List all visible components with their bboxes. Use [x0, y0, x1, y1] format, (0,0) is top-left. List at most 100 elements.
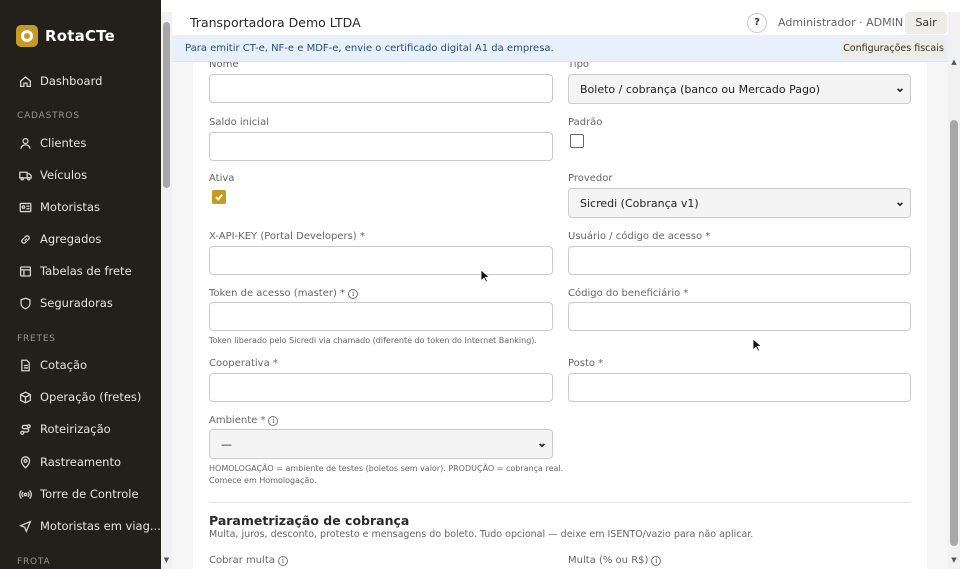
- api-key-input[interactable]: [209, 246, 553, 275]
- sidebar-scroll-down-icon[interactable]: ▼: [162, 556, 171, 565]
- nome-label: Nome: [209, 62, 239, 70]
- main-scrollbar-thumb[interactable]: [950, 120, 958, 546]
- company-name: Transportadora Demo LTDA: [190, 15, 361, 30]
- tipo-select[interactable]: Boleto / cobrança (banco ou Mercado Pago…: [568, 74, 911, 104]
- fiscal-settings-button[interactable]: Configurações fiscais: [841, 40, 946, 58]
- sidebar-item-label: Motoristas em viag...: [40, 519, 161, 533]
- brand-name: RotaCTe: [45, 27, 115, 45]
- mouse-cursor-icon: [480, 269, 490, 283]
- token-help: Token liberado pelo Sicredi via chamado …: [209, 336, 537, 345]
- sidebar-item-veiculos[interactable]: Veículos: [0, 161, 161, 189]
- sidebar-item-label: Veículos: [40, 168, 88, 182]
- shield-icon: [19, 297, 32, 310]
- app-root: RotaCTe Dashboard CADASTROS Clientes Veí…: [0, 0, 960, 569]
- mouse-cursor-icon: [752, 338, 762, 352]
- brand[interactable]: RotaCTe: [16, 25, 115, 47]
- token-label-text: Token de acesso (master) *: [209, 288, 346, 299]
- sidebar-item-seguradoras[interactable]: Seguradoras: [0, 289, 161, 317]
- saldo-inicial-label: Saldo inicial: [209, 117, 269, 128]
- sidebar-item-label: Torre de Controle: [40, 487, 139, 501]
- broadcast-icon: [19, 488, 32, 501]
- sidebar-item-agregados[interactable]: Agregados: [0, 225, 161, 253]
- padrao-label: Padrão: [568, 117, 603, 128]
- sidebar-item-roteirizacao[interactable]: Roteirização: [0, 415, 161, 443]
- provedor-label: Provedor: [568, 173, 613, 184]
- tipo-select-value: Boleto / cobrança (banco ou Mercado Pago…: [580, 82, 821, 96]
- cobrar-multa-label: Cobrar multa i: [209, 555, 288, 566]
- sidebar-item-torre-de-controle[interactable]: Torre de Controle: [0, 480, 161, 508]
- info-icon[interactable]: i: [268, 415, 279, 426]
- document-icon: [19, 359, 32, 372]
- info-icon[interactable]: i: [277, 555, 288, 566]
- chevron-down-icon: [538, 439, 546, 448]
- truck-icon: [19, 169, 32, 182]
- multa-label-text: Multa (% ou R$): [568, 555, 649, 566]
- home-icon: [19, 75, 32, 88]
- box-icon: [19, 390, 32, 404]
- account-form-card: Nome Tipo Boleto / cobrança (banco ou Me…: [193, 62, 927, 569]
- parametrizacao-desc: Multa, juros, desconto, protesto e mensa…: [209, 529, 754, 540]
- usuario-input[interactable]: [568, 246, 911, 275]
- token-input[interactable]: [209, 302, 553, 331]
- parametrizacao-title: Parametrização de cobrança: [209, 513, 410, 528]
- link-icon: [19, 233, 32, 246]
- tipo-label: Tipo: [568, 62, 590, 70]
- sidebar-section-frota: FROTA: [17, 557, 51, 567]
- token-label: Token de acesso (master) * i: [209, 288, 359, 299]
- ambiente-label-text: Ambiente *: [209, 415, 266, 426]
- sidebar-item-motoristas[interactable]: Motoristas: [0, 193, 161, 221]
- sidebar-item-label: Dashboard: [40, 74, 103, 88]
- chevron-down-icon: [896, 198, 904, 207]
- navigation-icon: [19, 519, 32, 533]
- provedor-select[interactable]: Sicredi (Cobrança v1): [568, 188, 911, 218]
- section-divider: [209, 502, 911, 503]
- user-label: Administrador · ADMIN: [778, 16, 904, 29]
- certificate-banner: Para emitir CT-e, NF-e e MDF-e, envie o …: [172, 35, 948, 62]
- provedor-select-value: Sicredi (Cobrança v1): [580, 196, 699, 210]
- sidebar-item-tabelas-de-frete[interactable]: Tabelas de frete: [0, 257, 161, 285]
- ativa-checkbox[interactable]: [212, 190, 226, 204]
- sidebar-item-dashboard[interactable]: Dashboard: [0, 67, 161, 95]
- sidebar-item-rastreamento[interactable]: Rastreamento: [0, 448, 161, 476]
- banner-text: Para emitir CT-e, NF-e e MDF-e, envie o …: [185, 43, 554, 54]
- nome-input[interactable]: [209, 74, 553, 103]
- sidebar-section-cadastros: CADASTROS: [17, 111, 80, 121]
- info-icon[interactable]: i: [348, 288, 359, 299]
- sidebar-item-label: Rastreamento: [40, 455, 121, 469]
- header-top-strip: [161, 0, 960, 12]
- sidebar-item-operacao[interactable]: Operação (fretes): [0, 383, 161, 411]
- ativa-label: Ativa: [209, 173, 235, 184]
- sidebar-item-label: Operação (fretes): [40, 390, 142, 404]
- user-icon: [19, 137, 32, 150]
- sidebar-scrollbar-thumb[interactable]: [163, 22, 170, 188]
- api-key-label: X-API-KEY (Portal Developers) *: [209, 231, 365, 242]
- sidebar-item-label: Clientes: [40, 136, 87, 150]
- help-button[interactable]: ?: [747, 13, 767, 33]
- posto-label: Posto *: [568, 358, 604, 369]
- header: Transportadora Demo LTDA ? Administrador…: [172, 12, 948, 35]
- cobrar-multa-label-text: Cobrar multa: [209, 555, 275, 566]
- ambiente-help-1: HOMOLOGAÇÃO = ambiente de testes (boleto…: [209, 464, 564, 473]
- usuario-label: Usuário / código de acesso *: [568, 231, 711, 242]
- cooperativa-input[interactable]: [209, 373, 553, 402]
- sidebar-item-label: Motoristas: [40, 200, 100, 214]
- id-card-icon: [19, 201, 32, 214]
- beneficiario-input[interactable]: [568, 302, 911, 331]
- route-icon: [19, 423, 32, 436]
- sidebar-item-clientes[interactable]: Clientes: [0, 129, 161, 157]
- saldo-inicial-input[interactable]: [209, 132, 553, 161]
- sidebar-item-motoristas-em-viagem[interactable]: Motoristas em viag...: [0, 512, 161, 540]
- ambiente-label: Ambiente * i: [209, 415, 279, 426]
- padrao-checkbox[interactable]: [570, 134, 584, 148]
- sidebar-item-cotacao[interactable]: Cotação: [0, 351, 161, 379]
- main-scroll-down-icon[interactable]: ▼: [949, 556, 959, 566]
- logout-button[interactable]: Sair: [905, 12, 947, 34]
- sidebar-item-label: Agregados: [40, 232, 102, 246]
- sidebar-item-label: Cotação: [40, 358, 88, 372]
- posto-input[interactable]: [568, 373, 911, 402]
- info-icon[interactable]: i: [651, 555, 662, 566]
- location-pin-icon: [19, 455, 32, 469]
- ambiente-select[interactable]: —: [209, 429, 553, 459]
- sidebar-item-label: Seguradoras: [40, 296, 113, 310]
- main-scroll-up-icon[interactable]: ▲: [949, 58, 959, 68]
